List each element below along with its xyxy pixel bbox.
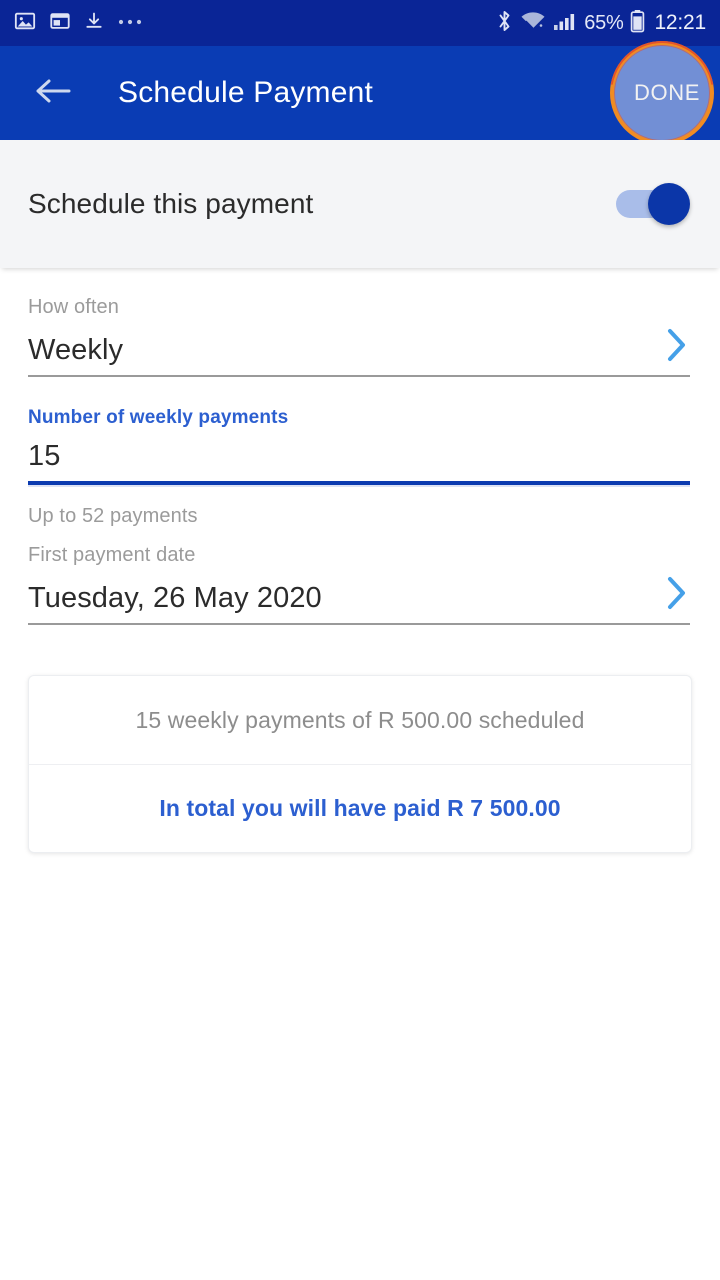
status-bar-left-icons (14, 10, 143, 37)
schedule-toggle-switch[interactable] (616, 183, 690, 225)
first-payment-date-label: First payment date (28, 544, 196, 566)
summary-total-text: In total you will have paid R 7 500.00 (159, 795, 561, 821)
bluetooth-icon (496, 9, 513, 38)
clock-label: 12:21 (654, 11, 706, 34)
number-of-payments-label: Number of weekly payments (28, 407, 289, 428)
summary-total-row: In total you will have paid R 7 500.00 (29, 764, 691, 852)
app-bar: Schedule Payment DONE (0, 41, 720, 145)
done-button-label: DONE (634, 80, 700, 105)
payment-summary-card: 15 weekly payments of R 500.00 scheduled… (28, 675, 692, 853)
page-title: Schedule Payment (118, 76, 374, 109)
done-button[interactable]: DONE (610, 41, 714, 145)
toggle-thumb (648, 183, 690, 225)
number-of-payments-underline (28, 481, 690, 485)
image-icon (14, 10, 36, 37)
how-often-value: Weekly (28, 334, 124, 367)
field-first-payment-date[interactable]: First payment date Tuesday, 26 May 2020 (28, 544, 690, 625)
chevron-right-icon[interactable] (664, 573, 690, 615)
wifi-icon (520, 10, 546, 37)
status-bar-right-icons: 65% 12:21 (496, 9, 706, 38)
number-of-payments-row[interactable]: 15 (28, 435, 690, 481)
summary-scheduled-text: 15 weekly payments of R 500.00 scheduled (135, 706, 585, 733)
number-of-payments-input[interactable]: 15 (28, 440, 60, 473)
summary-scheduled-row: 15 weekly payments of R 500.00 scheduled (29, 676, 691, 764)
back-arrow-icon (33, 76, 73, 111)
back-button[interactable] (28, 68, 78, 118)
download-icon (84, 10, 104, 37)
more-ellipsis-icon (117, 14, 143, 32)
schedule-form: How often Weekly Number of weekly paymen… (0, 268, 720, 625)
first-payment-date-value: Tuesday, 26 May 2020 (28, 582, 322, 615)
status-bar: 65% 12:21 (0, 0, 720, 46)
field-how-often[interactable]: How often Weekly (28, 296, 690, 377)
number-of-payments-helper: Up to 52 payments (28, 505, 198, 527)
battery-percent-label: 65% (584, 11, 624, 34)
first-payment-date-row[interactable]: Tuesday, 26 May 2020 (28, 573, 690, 623)
schedule-toggle-row[interactable]: Schedule this payment (0, 140, 720, 268)
window-card-icon (49, 10, 71, 37)
how-often-row[interactable]: Weekly (28, 325, 690, 375)
chevron-right-icon[interactable] (664, 325, 690, 367)
how-often-label: How often (28, 296, 119, 318)
schedule-toggle-label: Schedule this payment (28, 188, 314, 219)
how-often-underline (28, 375, 690, 377)
first-payment-date-underline (28, 623, 690, 625)
field-number-of-payments[interactable]: Number of weekly payments 15 Up to 52 pa… (28, 407, 690, 528)
app-screen: 65% 12:21 Schedule Payment DONE Schedule… (0, 0, 720, 1280)
battery-icon (630, 9, 645, 38)
signal-bars-icon (553, 10, 577, 37)
